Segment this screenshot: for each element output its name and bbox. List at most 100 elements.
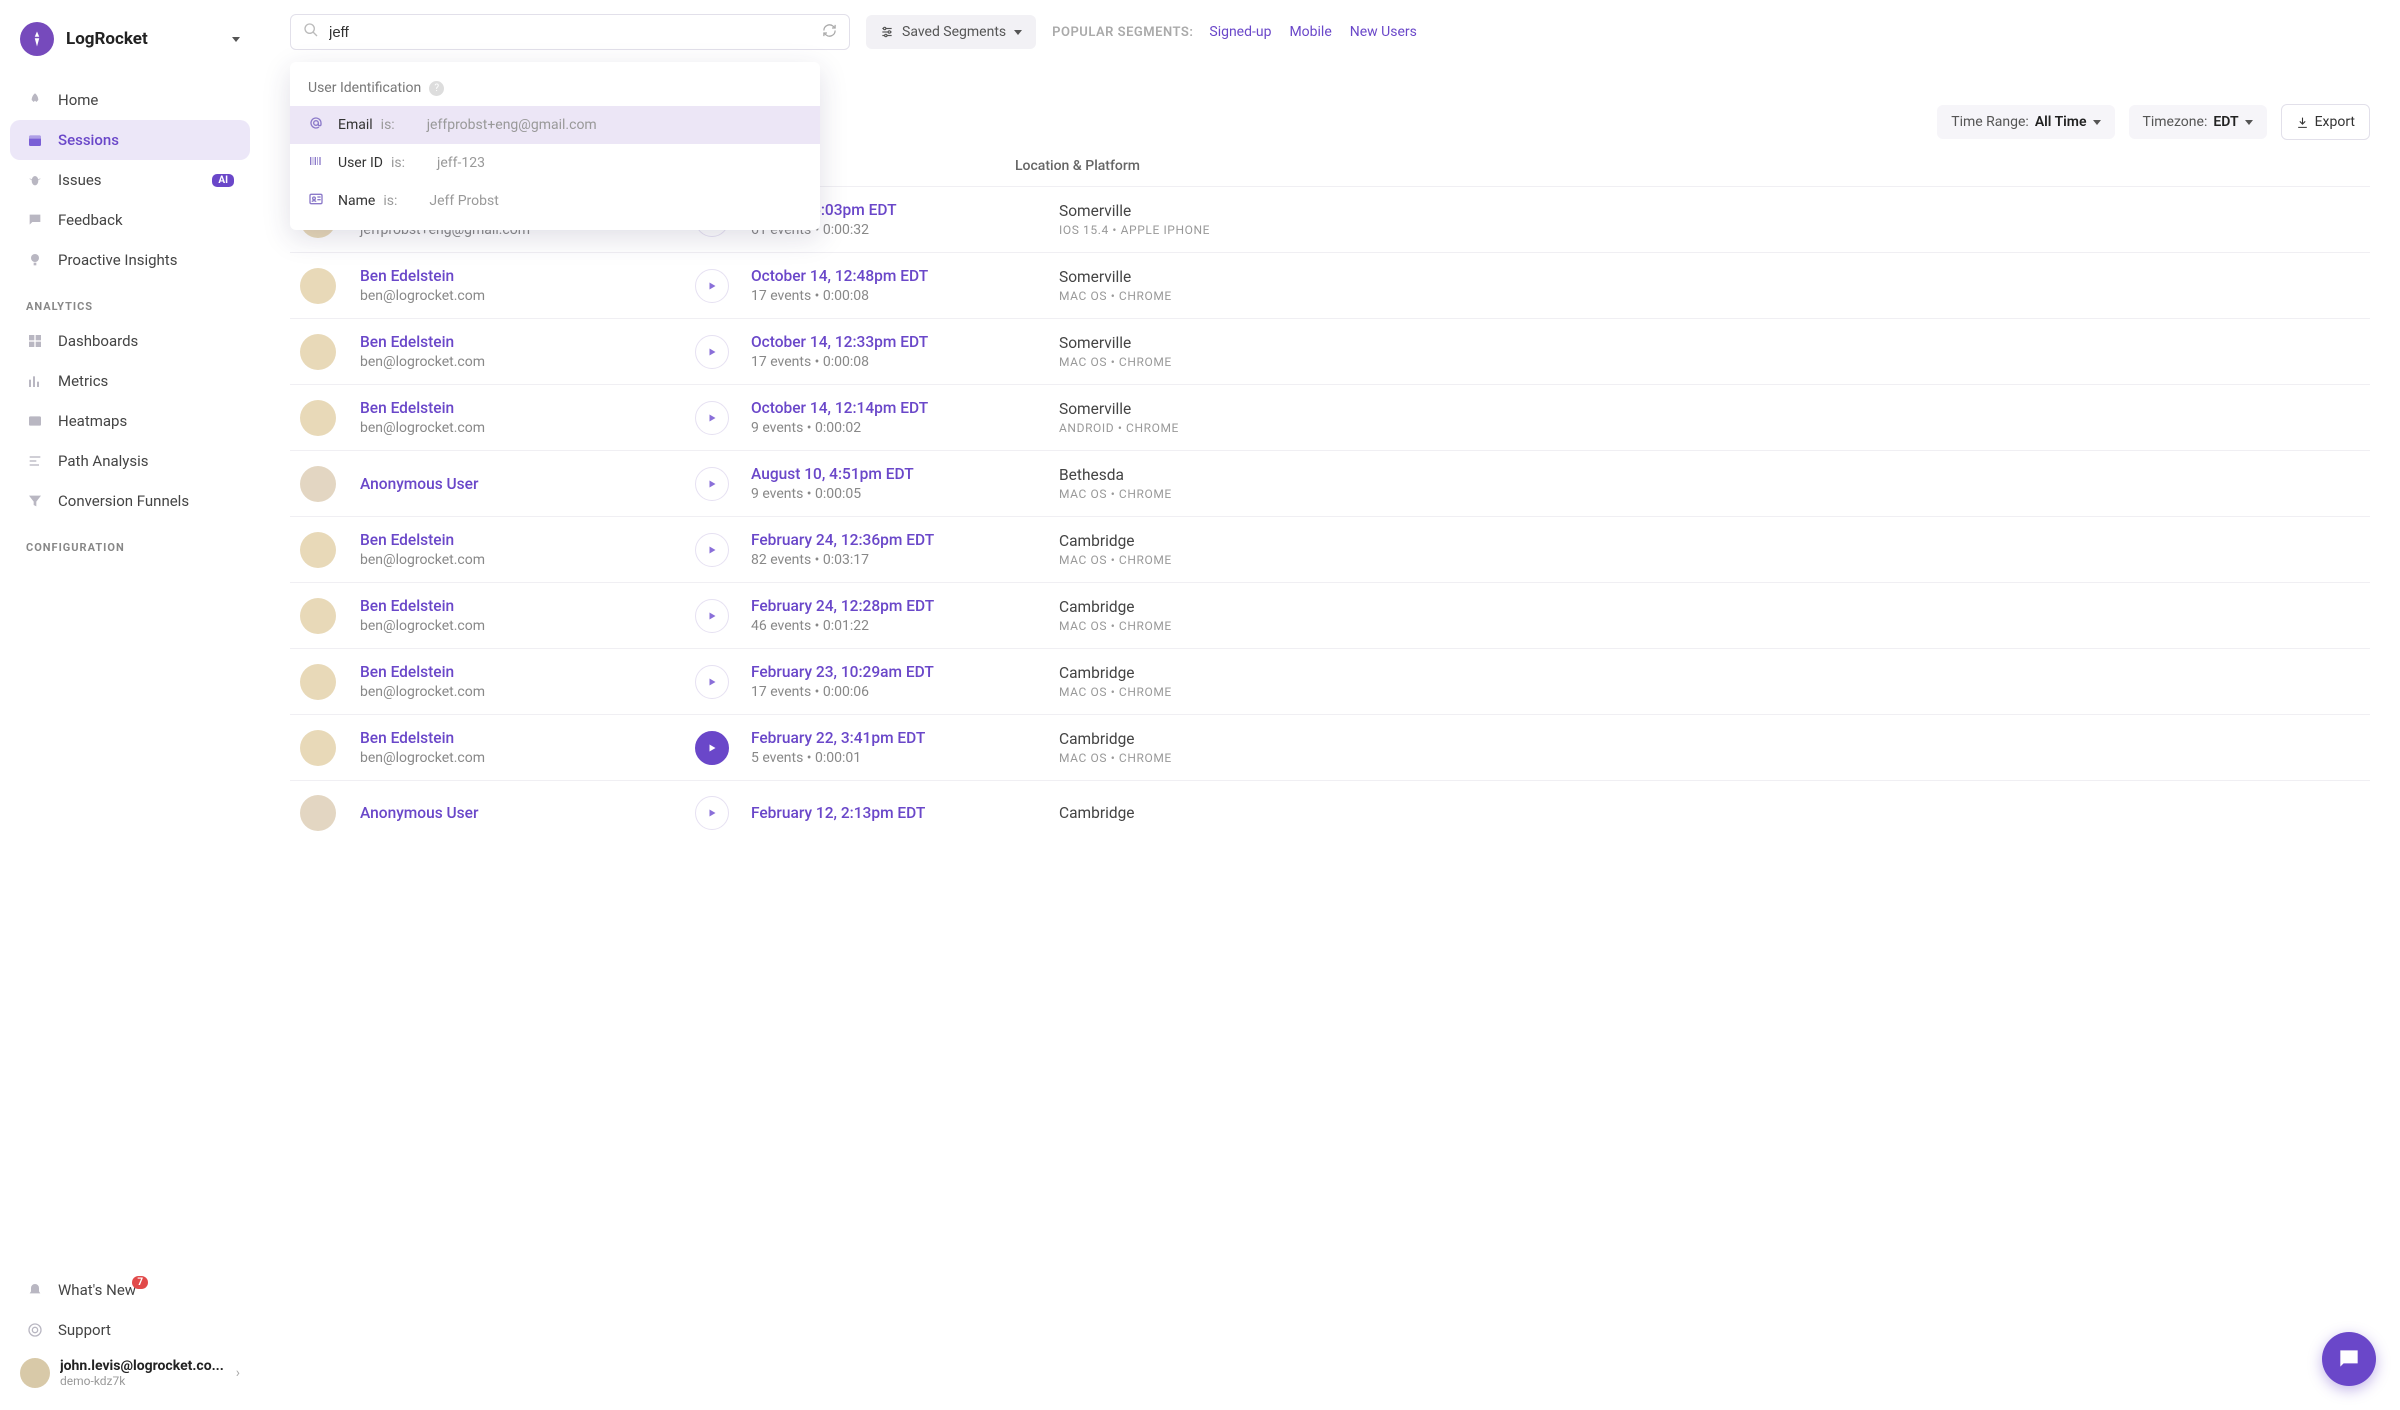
- session-user-name[interactable]: Anonymous User: [360, 475, 695, 493]
- grid-icon: [26, 332, 44, 350]
- sidebar-item-conversion-funnels[interactable]: Conversion Funnels: [10, 481, 250, 521]
- session-user-name[interactable]: Ben Edelstein: [360, 663, 695, 681]
- user-avatar: [20, 1358, 50, 1388]
- play-button[interactable]: [695, 599, 729, 633]
- session-row[interactable]: Ben Edelsteinben@logrocket.comFebruary 2…: [290, 714, 2370, 780]
- chat-icon: [26, 211, 44, 229]
- sidebar-item-home[interactable]: Home: [10, 80, 250, 120]
- count-badge: 7: [132, 1276, 148, 1289]
- export-button[interactable]: Export: [2281, 104, 2370, 140]
- session-row[interactable]: Anonymous UserAugust 10, 4:51pm EDT9 eve…: [290, 450, 2370, 516]
- session-location: Cambridge: [1059, 730, 2360, 748]
- sidebar-item-proactive-insights[interactable]: Proactive Insights: [10, 240, 250, 280]
- nav-label: Proactive Insights: [58, 251, 177, 269]
- brand-name: LogRocket: [66, 29, 148, 49]
- popular-segment-new-users[interactable]: New Users: [1350, 24, 1417, 40]
- session-date[interactable]: February 12, 2:13pm EDT: [751, 804, 1059, 822]
- play-button[interactable]: [695, 335, 729, 369]
- session-meta: 9 events • 0:00:02: [751, 420, 1059, 436]
- suggestion-field: User ID: [338, 155, 383, 171]
- play-button[interactable]: [695, 401, 729, 435]
- search-input[interactable]: [329, 24, 812, 41]
- sidebar-item-support[interactable]: Support: [10, 1310, 250, 1350]
- chat-fab[interactable]: [2322, 1332, 2376, 1386]
- session-date[interactable]: February 22, 3:41pm EDT: [751, 729, 1059, 747]
- session-user-name[interactable]: Ben Edelstein: [360, 597, 695, 615]
- session-user-name[interactable]: Ben Edelstein: [360, 399, 695, 417]
- chevron-down-icon: [2093, 120, 2101, 125]
- play-icon: [706, 807, 718, 819]
- session-date[interactable]: August 10, 4:51pm EDT: [751, 465, 1059, 483]
- suggestion-value: Jeff Probst: [429, 193, 498, 209]
- heatmap-icon: [26, 412, 44, 430]
- bulb-icon: [26, 251, 44, 269]
- session-meta: 82 events • 0:03:17: [751, 552, 1059, 568]
- play-button[interactable]: [695, 731, 729, 765]
- popular-segment-signed-up[interactable]: Signed-up: [1209, 24, 1271, 40]
- sidebar-item-feedback[interactable]: Feedback: [10, 200, 250, 240]
- play-button[interactable]: [695, 665, 729, 699]
- main-content: User Identification ? Emailis:jeffprobst…: [260, 0, 2400, 1410]
- session-row[interactable]: Anonymous User February 12, 2:13pm EDTCam…: [290, 780, 2370, 845]
- play-icon: [706, 544, 718, 556]
- suggestion-op: is:: [383, 193, 397, 209]
- sidebar-item-what-s-new[interactable]: What's New7: [10, 1270, 250, 1310]
- suggestion-field: Email: [338, 117, 373, 133]
- play-icon: [706, 478, 718, 490]
- play-button[interactable]: [695, 533, 729, 567]
- play-icon: [706, 280, 718, 292]
- suggestion-value: jeff-123: [437, 155, 485, 171]
- session-platform: MAC OS • CHROME: [1059, 289, 2360, 303]
- timezone-selector[interactable]: Timezone: EDT: [2129, 105, 2267, 139]
- sidebar-item-heatmaps[interactable]: Heatmaps: [10, 401, 250, 441]
- session-date[interactable]: February 23, 10:29am EDT: [751, 663, 1059, 681]
- user-project: demo-kdz7k: [60, 1374, 226, 1388]
- sidebar-item-metrics[interactable]: Metrics: [10, 361, 250, 401]
- session-row[interactable]: Ben Edelsteinben@logrocket.comFebruary 2…: [290, 648, 2370, 714]
- sidebar-item-sessions[interactable]: Sessions: [10, 120, 250, 160]
- search-box[interactable]: [290, 14, 850, 50]
- help-icon[interactable]: ?: [429, 81, 444, 96]
- refresh-icon[interactable]: [822, 23, 837, 42]
- session-location: Cambridge: [1059, 804, 2360, 822]
- popular-segments-label: POPULAR SEGMENTS:: [1052, 25, 1193, 40]
- session-user-email: ben@logrocket.com: [360, 618, 695, 634]
- session-avatar: [300, 795, 336, 831]
- search-suggestion-user-id[interactable]: User IDis:jeff-123: [290, 144, 820, 182]
- session-row[interactable]: Ben Edelstein ben@logrocket.com February 2…: [290, 516, 2370, 582]
- current-user[interactable]: john.levis@logrocket.co... demo-kdz7k ›: [10, 1350, 250, 1396]
- search-suggestion-email[interactable]: Emailis:jeffprobst+eng@gmail.com: [290, 106, 820, 144]
- session-date[interactable]: February 24, 12:28pm EDT: [751, 597, 1059, 615]
- session-row[interactable]: Ben Edelsteinben@logrocket.comOctober 14…: [290, 252, 2370, 318]
- session-row[interactable]: Ben Edelstein ben@logrocket.com February 2…: [290, 582, 2370, 648]
- brand-selector[interactable]: LogRocket: [10, 14, 250, 80]
- search-suggestion-name[interactable]: Nameis:Jeff Probst: [290, 182, 820, 220]
- session-row[interactable]: Ben Edelsteinben@logrocket.comOctober 14…: [290, 384, 2370, 450]
- play-button[interactable]: [695, 269, 729, 303]
- session-platform: MAC OS • CHROME: [1059, 487, 2360, 501]
- nav-label: Feedback: [58, 211, 123, 229]
- session-user-name[interactable]: Ben Edelstein: [360, 729, 695, 747]
- play-button[interactable]: [695, 796, 729, 830]
- download-icon: [2296, 116, 2309, 129]
- session-user-name[interactable]: Ben Edelstein: [360, 333, 695, 351]
- sidebar-item-issues[interactable]: IssuesAI: [10, 160, 250, 200]
- saved-segments-button[interactable]: Saved Segments: [866, 15, 1036, 49]
- session-row[interactable]: Ben Edelsteinben@logrocket.comOctober 14…: [290, 318, 2370, 384]
- session-user-name[interactable]: Ben Edelstein: [360, 531, 695, 549]
- session-date[interactable]: February 24, 12:36pm EDT: [751, 531, 1059, 549]
- play-icon: [706, 742, 718, 754]
- session-date[interactable]: October 14, 12:48pm EDT: [751, 267, 1059, 285]
- sidebar-item-path-analysis[interactable]: Path Analysis: [10, 441, 250, 481]
- session-date[interactable]: October 14, 12:33pm EDT: [751, 333, 1059, 351]
- session-date[interactable]: October 14, 12:14pm EDT: [751, 399, 1059, 417]
- time-range-selector[interactable]: Time Range: All Time: [1937, 105, 2114, 139]
- session-user-email: ben@logrocket.com: [360, 552, 695, 568]
- popular-segment-mobile[interactable]: Mobile: [1289, 24, 1331, 40]
- session-platform: IOS 15.4 • APPLE IPHONE: [1059, 223, 2360, 237]
- play-button[interactable]: [695, 467, 729, 501]
- session-meta: 46 events • 0:01:22: [751, 618, 1059, 634]
- sidebar-item-dashboards[interactable]: Dashboards: [10, 321, 250, 361]
- session-user-name[interactable]: Ben Edelstein: [360, 267, 695, 285]
- session-user-name[interactable]: Anonymous User: [360, 804, 695, 822]
